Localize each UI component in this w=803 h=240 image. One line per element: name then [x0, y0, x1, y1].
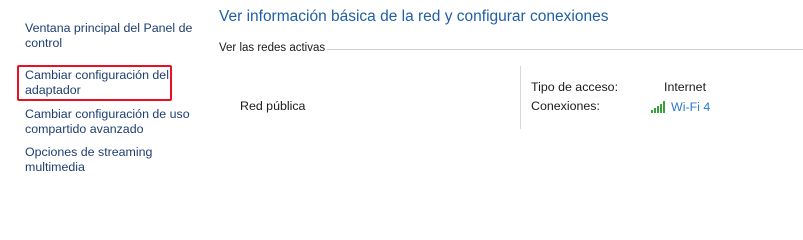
access-type-label: Tipo de acceso: [531, 80, 619, 94]
wifi-signal-icon [651, 101, 665, 113]
connection-link[interactable]: Wi-Fi 4 [651, 99, 710, 115]
network-name: Red pública [240, 99, 306, 113]
sidebar: Ventana principal del Panel de control C… [0, 0, 200, 233]
sidebar-item-media-streaming-options[interactable]: Opciones de streaming multimedia [25, 145, 195, 175]
section-divider [327, 49, 803, 50]
highlight-box [17, 65, 172, 101]
connection-name: Wi-Fi 4 [671, 100, 711, 114]
sidebar-item-control-panel-home[interactable]: Ventana principal del Panel de control [25, 21, 195, 51]
page-title: Ver información básica de la red y confi… [219, 8, 609, 25]
vertical-divider [520, 66, 521, 129]
sidebar-item-advanced-sharing-settings[interactable]: Cambiar configuración de uso compartido … [25, 107, 195, 137]
connections-label: Conexiones: [531, 99, 600, 113]
access-type-value: Internet [664, 80, 707, 94]
active-networks-heading: Ver las redes activas [219, 42, 326, 54]
